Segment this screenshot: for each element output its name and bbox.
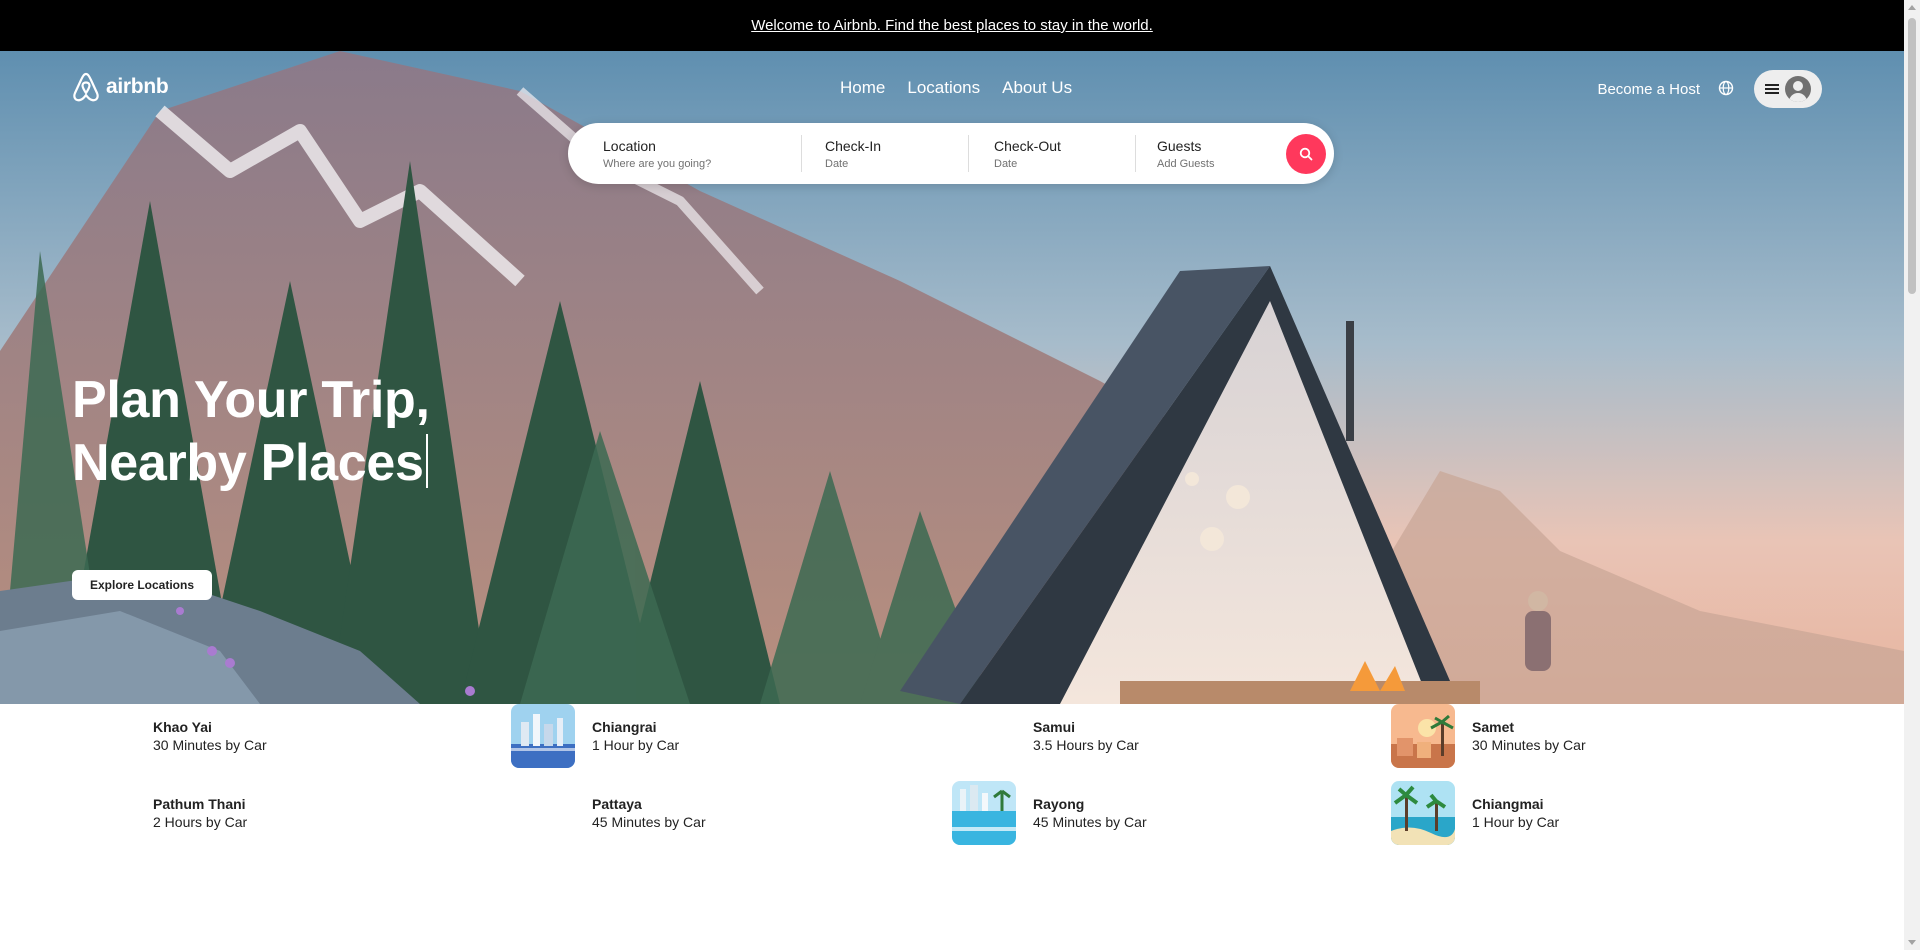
check-out-field[interactable]: Check-Out Date [968,123,1135,184]
place-name: Samet [1472,719,1515,735]
airbnb-logo-icon [73,72,99,102]
place-distance: 2 Hours by Car [153,814,248,830]
location-placeholder: Where are you going? [603,157,712,170]
place-thumbnail [1391,704,1455,768]
hero-title-line2: Nearby Places [72,434,424,492]
place-distance: 30 Minutes by Car [1472,737,1586,753]
nav-links: Home Locations About Us [840,78,1072,98]
airbnb-logo-text: airbnb [106,75,169,98]
guests-placeholder: Add Guests [1157,157,1215,170]
list-item[interactable]: Samui 3.5 Hours by Car [952,704,1139,768]
place-text: Samui 3.5 Hours by Car [1033,719,1139,753]
typing-cursor [425,434,428,488]
place-name: Pathum Thani [153,796,246,812]
welcome-banner-link[interactable]: Welcome to Airbnb. Find the best places … [751,17,1153,34]
scroll-up-arrow-icon[interactable] [1908,5,1916,10]
place-distance: 30 Minutes by Car [153,737,267,753]
globe-icon[interactable] [1718,80,1736,98]
explore-locations-button[interactable]: Explore Locations [72,570,212,600]
place-name: Khao Yai [153,719,212,735]
hero-title-line1: Plan Your Trip, [72,371,430,429]
hero-title: Plan Your Trip, Nearby Places [72,369,430,495]
place-thumbnail [511,704,575,768]
list-item[interactable]: Pattaya 45 Minutes by Car [511,781,706,845]
list-item[interactable]: Samet 30 Minutes by Car [1391,704,1586,768]
place-thumbnail [952,781,1016,845]
check-out-placeholder: Date [994,157,1018,170]
check-out-label: Check-Out [994,137,1061,154]
nav-link-locations[interactable]: Locations [907,78,980,98]
check-in-field[interactable]: Check-In Date [801,123,968,184]
place-text: Rayong 45 Minutes by Car [1033,796,1147,830]
place-text: Pattaya 45 Minutes by Car [592,796,706,830]
place-name: Samui [1033,719,1076,735]
search-icon [1299,147,1313,160]
list-item[interactable]: Rayong 45 Minutes by Car [952,781,1147,845]
location-field[interactable]: Location Where are you going? [568,123,801,184]
place-text: Pathum Thani 2 Hours by Car [153,796,247,830]
check-in-label: Check-In [825,137,882,154]
place-name: Chiangrai [592,719,657,735]
nav-link-home[interactable]: Home [840,78,885,98]
place-distance: 3.5 Hours by Car [1033,737,1139,753]
place-text: Chiangmai 1 Hour by Car [1472,796,1559,830]
place-text: Chiangrai 1 Hour by Car [592,719,679,753]
page: Welcome to Airbnb. Find the best places … [0,0,1904,950]
location-label: Location [603,137,656,154]
check-in-placeholder: Date [825,157,849,170]
place-name: Chiangmai [1472,796,1544,812]
user-avatar-icon [1785,76,1811,102]
list-item[interactable]: Chiangrai 1 Hour by Car [511,704,679,768]
place-distance: 45 Minutes by Car [1033,814,1147,830]
place-text: Samet 30 Minutes by Car [1472,719,1586,753]
scrollbar-thumb[interactable] [1908,18,1916,294]
scroll-down-arrow-icon[interactable] [1908,940,1916,945]
nav-right: Become a Host [1597,70,1822,108]
vertical-scrollbar[interactable] [1904,0,1920,950]
place-name: Rayong [1033,796,1085,812]
place-distance: 1 Hour by Car [1472,814,1560,830]
list-item[interactable]: Pathum Thani 2 Hours by Car [72,781,247,845]
place-distance: 1 Hour by Car [592,737,680,753]
place-text: Khao Yai 30 Minutes by Car [153,719,267,753]
place-thumbnail [1391,781,1455,845]
hamburger-icon [1765,84,1779,94]
airbnb-logo[interactable]: airbnb [72,72,169,102]
list-item[interactable]: Chiangmai 1 Hour by Car [1391,781,1559,845]
top-nav: airbnb Home Locations About Us Become a … [0,51,1904,123]
search-bar: Location Where are you going? Check-In D… [568,123,1334,184]
place-name: Pattaya [592,796,642,812]
search-button[interactable] [1286,133,1326,174]
place-distance: 45 Minutes by Car [592,814,706,830]
become-a-host-link[interactable]: Become a Host [1597,81,1700,98]
welcome-banner: Welcome to Airbnb. Find the best places … [0,0,1904,51]
guests-field[interactable]: Guests Add Guests [1135,123,1280,184]
list-item[interactable]: Khao Yai 30 Minutes by Car [72,704,267,768]
user-menu-button[interactable] [1754,70,1822,108]
hero-section: airbnb Home Locations About Us Become a … [0,51,1904,704]
nav-link-about-us[interactable]: About Us [1002,78,1072,98]
guests-label: Guests [1157,137,1202,154]
